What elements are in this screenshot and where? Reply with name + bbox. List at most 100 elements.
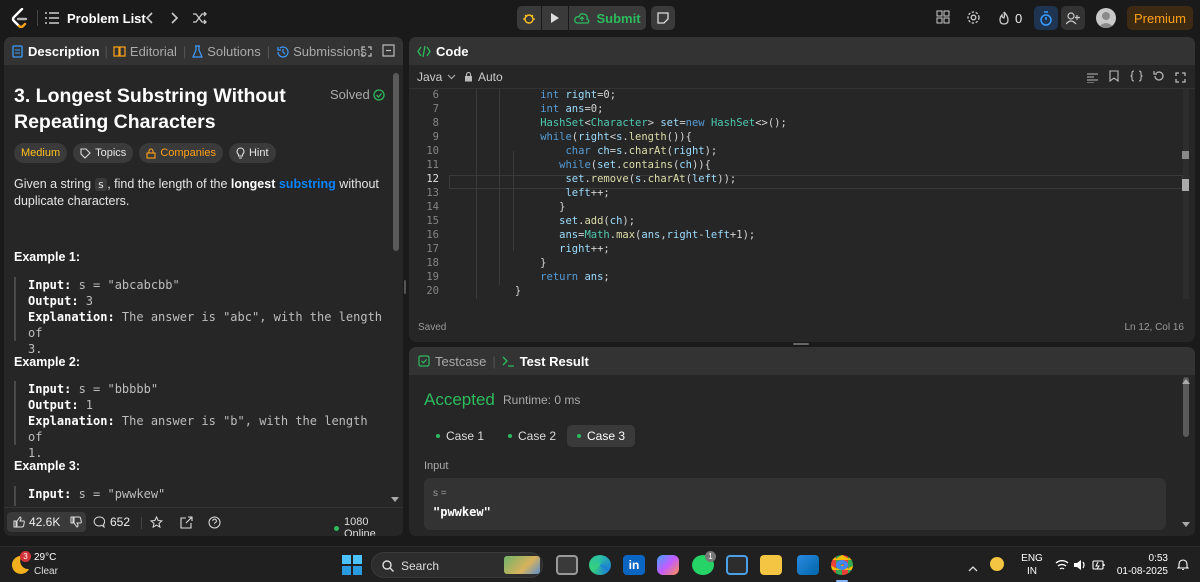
format-button[interactable] xyxy=(1087,70,1099,84)
expand-panel-button[interactable] xyxy=(361,45,373,57)
submit-button[interactable]: Submit xyxy=(569,6,646,30)
chevron-down-icon xyxy=(447,74,456,80)
weather-widget[interactable]: 3 29°C Clear xyxy=(8,551,68,579)
vertical-splitter[interactable] xyxy=(404,280,406,294)
code-line: return ans; xyxy=(540,271,610,283)
task-view-icon[interactable] xyxy=(556,555,578,575)
problem-list-button[interactable]: Problem List xyxy=(45,8,146,28)
fire-icon xyxy=(999,11,1009,25)
comments-button[interactable]: 652 xyxy=(93,512,130,532)
tab-test-result[interactable]: Test Result xyxy=(502,354,589,369)
test-panel: Testcase | Test Result Accepted Runtime:… xyxy=(409,347,1195,536)
notification-center-button[interactable] xyxy=(1176,558,1191,571)
result-scrollbar[interactable] xyxy=(1183,377,1189,437)
line-number: 11 xyxy=(426,159,439,171)
horizontal-splitter[interactable] xyxy=(793,343,809,345)
bookmark-icon xyxy=(1109,70,1119,83)
copilot-icon[interactable] xyxy=(657,555,679,575)
scroll-down-arrow[interactable] xyxy=(1182,522,1190,527)
chrome-icon[interactable] xyxy=(831,555,853,575)
code-line: HashSet<Character> set=new HashSet<>(); xyxy=(540,117,787,129)
settings-button[interactable] xyxy=(966,10,982,26)
braces-button[interactable] xyxy=(1130,69,1144,82)
tab-testcase[interactable]: Testcase xyxy=(418,354,486,369)
help-button[interactable] xyxy=(208,516,222,530)
tab-testcase-label: Testcase xyxy=(435,353,487,369)
line-number: 15 xyxy=(426,215,439,227)
invite-button[interactable] xyxy=(1061,6,1085,30)
wifi-icon[interactable] xyxy=(1055,558,1069,570)
notification-badge: 1 xyxy=(705,551,716,562)
hint-pill[interactable]: Hint xyxy=(228,143,276,163)
scroll-down-arrow[interactable] xyxy=(391,497,399,502)
solved-badge: Solved xyxy=(330,87,385,102)
share-button[interactable] xyxy=(180,516,194,530)
file-explorer-icon[interactable] xyxy=(760,555,782,575)
topics-pill[interactable]: Topics xyxy=(73,143,134,163)
taskbar-search[interactable]: Search xyxy=(371,552,543,578)
start-button[interactable] xyxy=(342,555,364,575)
case-1-tab[interactable]: Case 1 xyxy=(426,425,494,447)
tab-editorial[interactable]: Editorial xyxy=(113,44,177,59)
next-problem-button[interactable] xyxy=(168,9,182,27)
description-scrollbar[interactable] xyxy=(393,73,399,251)
difficulty-badge[interactable]: Medium xyxy=(14,143,68,163)
case-2-tab[interactable]: Case 2 xyxy=(498,425,566,447)
layout-button[interactable] xyxy=(936,10,952,26)
tray-app-icon[interactable] xyxy=(990,557,1004,571)
tab-solutions[interactable]: Solutions xyxy=(192,44,261,59)
streak-counter[interactable]: 0 xyxy=(998,9,1022,27)
code-line: set.add(ch); xyxy=(559,215,636,227)
code-line: right++; xyxy=(559,243,610,255)
prev-problem-button[interactable] xyxy=(142,9,156,27)
case-3-tab[interactable]: Case 3 xyxy=(567,425,636,447)
debug-button[interactable] xyxy=(517,6,541,30)
dislike-button[interactable] xyxy=(66,512,86,532)
clock[interactable]: 0:53 01-08-2025 xyxy=(1110,552,1168,578)
volume-icon[interactable] xyxy=(1073,558,1087,570)
leetcode-logo[interactable] xyxy=(10,8,30,28)
tab-code[interactable]: Code xyxy=(417,44,469,59)
linkedin-icon[interactable]: in xyxy=(623,555,645,575)
timer-button[interactable] xyxy=(1034,6,1058,30)
tab-description[interactable]: Description xyxy=(12,44,100,59)
store-icon[interactable] xyxy=(726,555,748,575)
bookmark-button[interactable] xyxy=(1109,69,1121,83)
auto-mode[interactable]: Auto xyxy=(464,70,503,84)
input-heading: Input xyxy=(424,460,449,472)
battery-icon[interactable] xyxy=(1092,558,1106,570)
companies-pill[interactable]: Companies xyxy=(139,143,223,163)
case-label: Case 3 xyxy=(587,429,626,443)
reset-button[interactable] xyxy=(1153,69,1167,82)
code-editor[interactable]: 6 7 8 9 10 11 12 13 14 15 16 17 18 19 20 int right=0; … xyxy=(409,89,1195,307)
tray-overflow-button[interactable] xyxy=(968,559,980,572)
notes-button[interactable] xyxy=(651,6,675,30)
description-tabbar: Description | Editorial | Solutions | Su… xyxy=(4,37,403,65)
premium-button[interactable]: Premium xyxy=(1127,6,1193,30)
more-options-button[interactable] xyxy=(382,44,396,58)
description-footer: 42.6K 652 1080 Online xyxy=(4,507,403,536)
temperature: 29°C xyxy=(34,552,57,563)
run-button[interactable] xyxy=(542,6,568,30)
vscode-icon[interactable] xyxy=(797,555,819,575)
language-select[interactable]: Java xyxy=(417,70,456,84)
line-number: 8 xyxy=(432,117,439,129)
scroll-up-arrow[interactable] xyxy=(1182,379,1190,384)
language-indicator[interactable]: ENG IN xyxy=(1020,552,1044,578)
like-button[interactable]: 42.6K xyxy=(7,512,67,532)
play-icon xyxy=(551,13,559,23)
random-problem-button[interactable] xyxy=(192,9,208,27)
code-line: } xyxy=(458,257,547,269)
editor-scrollbar[interactable] xyxy=(1183,89,1189,299)
tab-submissions[interactable]: Submissions xyxy=(276,44,367,59)
maximize-button[interactable] xyxy=(1175,70,1187,83)
code-line: set.remove(s.charAt(left)); xyxy=(565,173,737,185)
favorite-button[interactable] xyxy=(149,515,164,530)
help-icon xyxy=(208,516,221,529)
thumbs-up-icon xyxy=(13,516,25,528)
substring-link[interactable]: substring xyxy=(279,177,336,191)
code-icon xyxy=(417,45,431,57)
avatar[interactable] xyxy=(1096,8,1116,28)
line-number: 13 xyxy=(426,187,439,199)
edge-icon[interactable] xyxy=(589,555,611,575)
